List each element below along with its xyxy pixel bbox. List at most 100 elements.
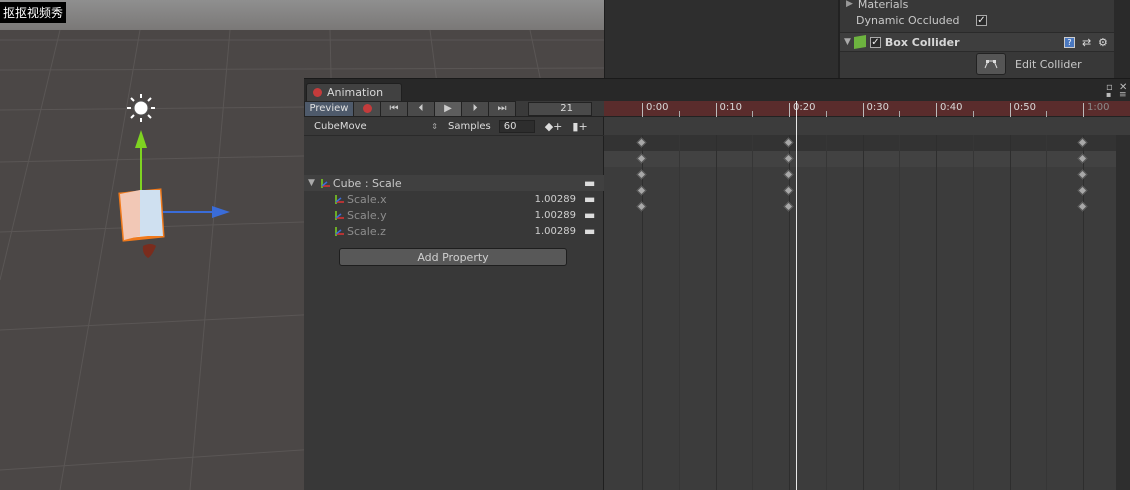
remove-property-icon[interactable]: ▬ [584, 193, 595, 205]
first-key-button[interactable]: ⏮ [381, 100, 408, 117]
menu-icon[interactable]: ≡ [1119, 90, 1127, 100]
cube-object [118, 188, 165, 258]
watermark: 抠抠视频秀 [0, 2, 67, 23]
help-icon[interactable]: ? [1064, 36, 1075, 48]
property-row-scale-z[interactable]: Scale.z 1.00289 ▬ [304, 223, 604, 239]
materials-label: Materials [857, 0, 909, 11]
prev-key-button[interactable]: ⏴ [408, 100, 435, 117]
timeline-tick [825, 111, 827, 117]
inspector-scrollbar[interactable] [1114, 0, 1130, 78]
last-key-button[interactable]: ⏭ [489, 100, 516, 117]
remove-property-icon[interactable]: ▬ [584, 209, 595, 221]
step-forward-icon: ⏵ [472, 103, 478, 114]
play-button[interactable]: ▶ [435, 100, 462, 117]
timeline-ruler[interactable]: 0:00 0:10 0:20 0:30 0:40 0:50 1:00 [604, 101, 1130, 117]
timeline-tick [1009, 103, 1011, 117]
timeline-tick [1046, 111, 1048, 117]
remove-property-icon[interactable]: ▬ [584, 225, 595, 237]
add-property-button[interactable]: Add Property [339, 248, 567, 266]
dynamic-occluded-label: Dynamic Occluded [856, 13, 960, 27]
tab-animation[interactable]: Animation [306, 83, 402, 101]
property-label: Scale.x [347, 192, 387, 206]
timeline-tick-label: 0:10 [719, 102, 742, 113]
skip-end-icon: ⏭ [497, 103, 507, 114]
add-event-icon[interactable]: ▮+ [572, 120, 587, 133]
timeline-tick [862, 103, 864, 117]
timeline-tick [1083, 103, 1084, 117]
property-row-scale-y[interactable]: Scale.y 1.00289 ▬ [304, 207, 604, 223]
animation-property-pane: Preview ⏮ ⏴ ▶ ⏵ ⏭ 21 CubeMove ⇕ Samples … [304, 100, 604, 490]
box-collider-enabled-checkbox[interactable]: ✓ [869, 36, 881, 48]
keyframe[interactable] [636, 169, 647, 180]
preview-button[interactable]: Preview [304, 100, 354, 117]
dropdown-arrows-icon: ⇕ [431, 122, 438, 131]
property-row-scale-x[interactable]: Scale.x 1.00289 ▬ [304, 191, 604, 207]
keyframe[interactable] [636, 201, 647, 212]
dopesheet-gridline [899, 135, 901, 490]
edit-collider-label: Edit Collider [1015, 58, 1082, 71]
scale-icon [335, 195, 344, 204]
property-value[interactable]: 1.00289 [530, 210, 576, 221]
inspector-panel: ▶ Materials Dynamic Occluded ✓ ▼ ✓ Box C… [838, 0, 1130, 78]
tab-animation-label: Animation [327, 86, 384, 99]
clip-bar: CubeMove ⇕ Samples 60 ◆+ ▮+ [304, 118, 604, 136]
lock-icon[interactable]: ▪ [1106, 90, 1111, 99]
keyframe[interactable] [636, 185, 647, 196]
record-button[interactable] [354, 100, 381, 117]
keyframe[interactable] [783, 201, 794, 212]
timeline-tick-label: 1:00 [1087, 102, 1110, 113]
dopesheet-gridline [715, 135, 717, 490]
triangle-down-icon[interactable]: ▼ [844, 37, 851, 47]
box-collider-icon [853, 34, 866, 50]
keyframe[interactable] [783, 185, 794, 196]
timeline-tick [936, 103, 937, 117]
clip-name: CubeMove [314, 121, 367, 132]
dopesheet-gridline [825, 135, 827, 490]
dopesheet[interactable]: 0:00 0:10 0:20 0:30 0:40 0:50 1:00 [604, 101, 1130, 490]
timeline-tick-label: 0:50 [1013, 102, 1036, 113]
edit-collider-button[interactable] [976, 53, 1006, 75]
timeline-tick-label: 0:30 [866, 102, 889, 113]
playhead[interactable] [796, 101, 798, 490]
play-icon: ▶ [444, 103, 452, 114]
property-row-cube-scale[interactable]: ▼ Cube : Scale ▬ [304, 175, 604, 191]
box-collider-header[interactable]: ▼ ✓ Box Collider ? ⇄ ⚙ [840, 32, 1116, 52]
gear-icon[interactable]: ⚙ [1098, 36, 1108, 49]
frame-field[interactable]: 21 [528, 101, 592, 116]
timeline-tick [642, 103, 643, 117]
dopesheet-gridline [1009, 135, 1011, 490]
step-back-icon: ⏴ [418, 103, 424, 114]
y-axis-arrow [135, 130, 147, 148]
timeline-tick [972, 111, 974, 117]
animation-icon [313, 88, 322, 97]
samples-field[interactable]: 60 [498, 120, 535, 133]
x-axis-arrow [212, 206, 230, 218]
samples-label: Samples [448, 121, 491, 132]
dynamic-occluded-checkbox[interactable]: ✓ [976, 14, 987, 26]
dopesheet-summary-row [604, 135, 1130, 151]
property-value[interactable]: 1.00289 [530, 194, 576, 205]
dopesheet-scrollbar[interactable] [1116, 135, 1130, 490]
add-keyframe-icon[interactable]: ◆+ [545, 120, 563, 133]
dopesheet-gridline [972, 135, 974, 490]
remove-property-icon[interactable]: ▬ [584, 177, 595, 189]
sun-icon [127, 94, 155, 122]
keyframe[interactable] [1077, 201, 1088, 212]
timeline-tick [715, 103, 717, 117]
dynamic-occluded-row: Dynamic Occluded ✓ [840, 10, 1116, 30]
property-value[interactable]: 1.00289 [530, 226, 576, 237]
next-key-button[interactable]: ⏵ [462, 100, 489, 117]
keyframe[interactable] [1077, 185, 1088, 196]
scale-icon [335, 227, 344, 236]
keyframe[interactable] [1077, 169, 1088, 180]
timeline-tick-label: 0:40 [940, 102, 963, 113]
animation-window: Animation ▫ ✕ ▪ ≡ Preview ⏮ ⏴ ▶ ⏵ ⏭ 21 C… [304, 78, 1130, 490]
triangle-down-icon[interactable]: ▼ [308, 178, 315, 188]
edit-collider-icon [984, 60, 998, 69]
keyframe[interactable] [783, 169, 794, 180]
preset-icon[interactable]: ⇄ [1082, 36, 1091, 49]
scale-icon [321, 179, 330, 188]
property-label: Scale.z [347, 224, 386, 238]
clip-dropdown[interactable]: CubeMove ⇕ [310, 120, 442, 134]
hierarchy-panel [604, 0, 838, 78]
